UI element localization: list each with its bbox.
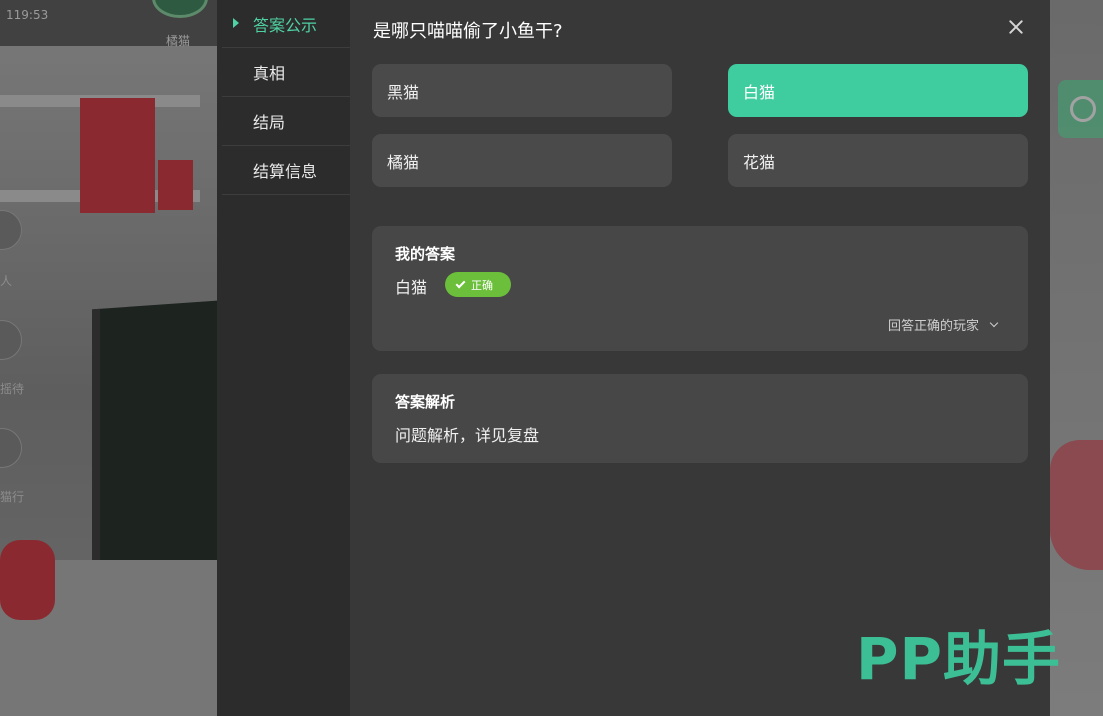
nav-item-label: 答案公示 [253,15,318,35]
close-icon[interactable] [1005,16,1027,38]
side-label: 猫行 [0,490,25,504]
nav-item-answer-reveal[interactable]: 答案公示 [222,0,350,48]
red-plush [0,540,55,620]
player-name: 橘猫 [166,34,191,48]
answer-analysis-card: 答案解析 问题解析，详见复盘 [372,374,1028,463]
nav-item-label: 结算信息 [253,162,318,181]
correct-badge-label: 正确 [471,278,493,292]
chevron-down-icon [989,318,999,327]
caret-right-icon [233,18,239,28]
side-label: 摇待 [0,382,25,396]
option-calico-cat[interactable]: 花猫 [728,134,1028,187]
watermark-logo: PP助手 [856,625,1062,693]
question-title: 是哪只喵喵偷了小鱼干? [373,21,563,42]
nav-item-ending[interactable]: 结局 [222,97,350,146]
red-box [158,160,193,210]
correct-badge: 正确 [445,272,511,297]
result-sidenav: 答案公示 真相 结局 结算信息 [217,0,350,716]
option-black-cat[interactable]: 黑猫 [372,64,672,117]
red-cabinet [80,98,155,213]
my-answer-card: 我的答案 白猫 正确 回答正确的玩家 [372,226,1028,351]
my-answer-title: 我的答案 [395,245,456,263]
television [92,300,217,585]
refresh-icon [1070,96,1096,122]
nav-item-truth[interactable]: 真相 [222,48,350,97]
right-side-tab[interactable] [1058,80,1103,138]
my-answer-value: 白猫 [395,278,428,297]
nav-item-label: 真相 [253,64,286,83]
status-time: 119:53 [6,8,49,22]
right-decoration [1050,440,1103,570]
analysis-title: 答案解析 [395,393,456,411]
nav-item-label: 结局 [253,113,286,132]
correct-players-label: 回答正确的玩家 [887,319,979,334]
correct-players-toggle[interactable]: 回答正确的玩家 [887,315,999,334]
side-label: 人 [0,274,13,288]
option-orange-cat[interactable]: 橘猫 [372,134,672,187]
option-white-cat[interactable]: 白猫 [728,64,1028,117]
analysis-text: 问题解析，详见复盘 [395,426,540,445]
nav-item-settlement[interactable]: 结算信息 [222,146,350,195]
check-icon [455,278,466,288]
answer-panel: 是哪只喵喵偷了小鱼干? 黑猫 白猫 橘猫 花猫 我的答案 白猫 正确 回答正确的… [350,0,1050,716]
